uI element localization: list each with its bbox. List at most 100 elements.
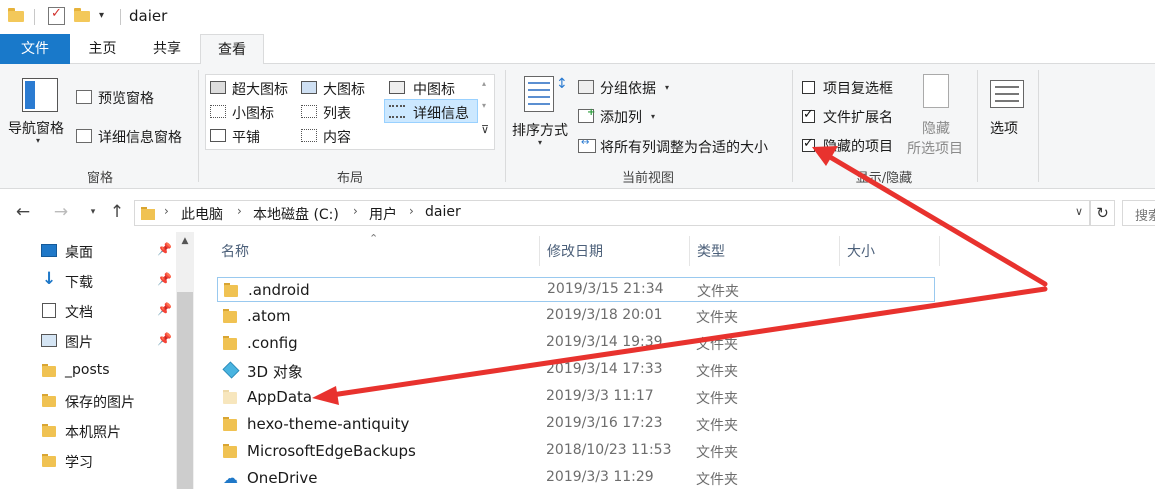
tab-home[interactable]: 主页 <box>75 34 130 64</box>
table-row[interactable]: .atom 2019/3/18 20:01 文件夹 <box>217 304 935 329</box>
nav-item-documents[interactable]: 文档 📌 <box>40 298 180 324</box>
fit-columns-button[interactable]: 将所有列调整为合适的大小 <box>600 137 768 157</box>
small-icons-icon <box>210 105 226 118</box>
divider <box>34 9 35 25</box>
breadcrumb-daier[interactable]: daier <box>425 204 461 220</box>
tab-file[interactable]: 文件 <box>0 34 70 64</box>
tab-share[interactable]: 共享 <box>138 34 196 64</box>
content-icon <box>301 129 317 142</box>
options-icon <box>990 80 1024 108</box>
folder-icon <box>223 309 239 323</box>
nav-item-posts[interactable]: _posts <box>40 358 180 384</box>
table-row[interactable]: hexo-theme-antiquity 2019/3/16 17:23 文件夹 <box>217 412 935 437</box>
nav-item-pictures[interactable]: 图片 📌 <box>40 328 180 354</box>
scroll-up-icon[interactable]: ▲ <box>176 236 194 246</box>
navigation-pane-button[interactable]: 导航窗格 ▾ <box>6 72 70 154</box>
onedrive-icon: ☁ <box>223 469 238 487</box>
tab-view[interactable]: 查看 <box>200 34 264 65</box>
new-folder-icon[interactable] <box>74 8 90 22</box>
divider[interactable] <box>689 236 690 266</box>
breadcrumb-this-pc[interactable]: 此电脑 <box>181 204 223 224</box>
nav-item-camera-roll[interactable]: 本机照片 <box>40 418 180 444</box>
folder-icon <box>42 424 56 437</box>
large-icons-icon <box>301 81 317 94</box>
column-header-date[interactable]: 修改日期 <box>547 241 603 261</box>
hidden-items-checkbox[interactable] <box>802 136 815 152</box>
pictures-icon <box>41 334 57 347</box>
folder-icon <box>223 444 239 458</box>
sort-indicator-icon: ⌃ <box>369 232 379 245</box>
pin-icon[interactable]: 📌 <box>157 332 172 346</box>
gallery-scroller[interactable]: ▴ ▾ ⊽ <box>481 77 493 147</box>
up-arrow-icon[interactable]: ↑ <box>106 200 128 224</box>
group-label-current-view: 当前视图 <box>621 171 674 186</box>
back-arrow-icon[interactable]: ← <box>12 200 34 224</box>
options-button[interactable]: 选项 <box>984 72 1032 154</box>
folder-icon <box>8 8 24 22</box>
title-bar: ✓ ▾ daier <box>0 0 1155 34</box>
pin-icon[interactable]: 📌 <box>157 272 172 286</box>
pin-icon[interactable]: 📌 <box>157 242 172 256</box>
search-input[interactable]: 搜索 <box>1122 200 1155 226</box>
customize-toolbar-icon[interactable]: ▾ <box>99 10 104 21</box>
download-icon: ↓ <box>42 269 57 289</box>
table-row[interactable]: MicrosoftEdgeBackups 2018/10/23 11:53 文件… <box>217 439 935 464</box>
divider[interactable] <box>939 236 940 266</box>
hidden-folder-icon <box>223 390 239 404</box>
file-extensions-checkbox[interactable] <box>802 107 815 123</box>
divider[interactable] <box>839 236 840 266</box>
scrollbar-thumb[interactable] <box>177 292 193 489</box>
column-header-size[interactable]: 大小 <box>847 241 875 261</box>
nav-item-saved-pictures[interactable]: 保存的图片 <box>40 388 180 414</box>
nav-item-desktop[interactable]: 桌面 📌 <box>40 238 180 264</box>
navigation-pane-icon <box>22 78 58 112</box>
address-row: ← → ▾ ↑ › 此电脑 › 本地磁盘 (C:) › 用户 › daier ∨… <box>0 196 1155 230</box>
recent-locations-icon[interactable]: ▾ <box>82 200 104 224</box>
window-title: daier <box>129 7 168 25</box>
nav-item-study[interactable]: 学习 <box>40 448 180 474</box>
group-by-button[interactable]: 分组依据 <box>600 78 656 98</box>
pin-icon[interactable]: 📌 <box>157 302 172 316</box>
properties-icon[interactable]: ✓ <box>48 6 65 25</box>
item-checkboxes-checkbox[interactable] <box>802 81 815 94</box>
medium-icons-icon <box>389 81 405 94</box>
address-bar[interactable]: › 此电脑 › 本地磁盘 (C:) › 用户 › daier ∨ <box>134 200 1090 226</box>
add-column-icon: + <box>578 107 595 123</box>
forward-arrow-icon[interactable]: → <box>50 200 72 224</box>
table-row[interactable]: .config 2019/3/14 19:39 文件夹 <box>217 331 935 356</box>
hide-selected-items-button[interactable]: 隐藏 所选项目 <box>903 70 969 160</box>
breadcrumb-users[interactable]: 用户 <box>369 204 397 224</box>
details-pane-button[interactable]: 详细信息窗格 <box>98 127 182 147</box>
table-row[interactable]: ☁ OneDrive 2019/3/3 11:29 文件夹 <box>217 466 935 489</box>
chevron-down-icon: ▾ <box>651 112 656 121</box>
folder-icon <box>224 283 240 297</box>
group-by-icon <box>578 80 594 94</box>
column-header-name[interactable]: 名称 <box>221 241 249 261</box>
chevron-right-icon: › <box>353 204 358 218</box>
refresh-icon[interactable]: ↻ <box>1090 200 1115 226</box>
address-dropdown-icon[interactable]: ∨ <box>1075 205 1083 218</box>
details-pane-icon <box>76 129 92 143</box>
file-extensions-label: 文件扩展名 <box>823 110 893 126</box>
folder-icon <box>223 336 239 350</box>
group-label-layout: 布局 <box>336 171 363 186</box>
nav-item-downloads[interactable]: ↓ 下载 📌 <box>40 268 180 294</box>
add-column-button[interactable]: 添加列 <box>600 107 642 127</box>
table-row[interactable]: .android 2019/3/15 21:34 文件夹 <box>217 277 935 302</box>
breadcrumb-local-disk[interactable]: 本地磁盘 (C:) <box>253 204 339 224</box>
column-header-type[interactable]: 类型 <box>697 241 725 261</box>
table-row[interactable]: AppData 2019/3/3 11:17 文件夹 <box>217 385 935 410</box>
extra-large-icons-icon <box>210 81 226 94</box>
sort-icon <box>524 76 554 112</box>
navigation-pane: 桌面 📌 ↓ 下载 📌 文档 📌 图片 📌 _posts 保存的图片 本机照片 … <box>0 232 197 489</box>
desktop-icon <box>41 244 57 257</box>
divider <box>120 9 121 25</box>
table-row[interactable]: 3D 对象 2019/3/14 17:33 文件夹 <box>217 358 935 383</box>
preview-pane-button[interactable]: 预览窗格 <box>98 88 154 108</box>
folder-icon <box>42 454 56 467</box>
layout-option-details[interactable]: 详细信息 <box>384 99 478 123</box>
divider[interactable] <box>539 236 540 266</box>
document-icon <box>42 303 56 318</box>
sort-by-button[interactable]: ↕ 排序方式 ▾ <box>508 72 576 154</box>
layout-gallery: 超大图标 大图标 中图标 小图标 列表 详细信息 平铺 内容 ▴ ▾ ⊽ <box>205 74 495 150</box>
